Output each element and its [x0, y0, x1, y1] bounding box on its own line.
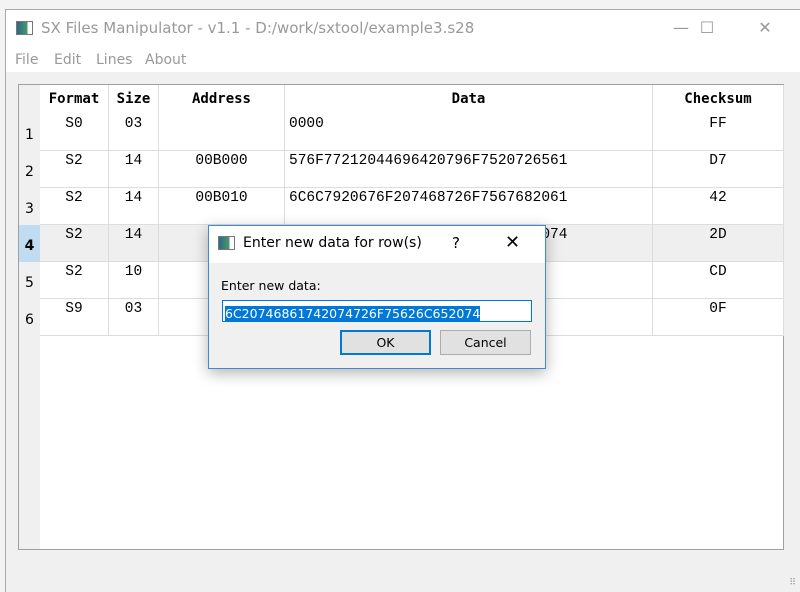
dialog-title: Enter new data for row(s)	[243, 235, 422, 251]
cell-format[interactable]: S2	[40, 188, 109, 225]
menu-bar: File Edit Lines About	[6, 48, 800, 72]
row-header: 123456	[19, 85, 40, 549]
cell-size[interactable]: 14	[109, 225, 159, 262]
dialog-app-icon	[218, 236, 235, 250]
enter-data-dialog: Enter new data for row(s) ? ✕ Enter new …	[208, 225, 546, 369]
row-number[interactable]: 5	[19, 262, 40, 299]
resize-grip-icon[interactable]: ⠿	[789, 578, 796, 588]
cell-size[interactable]: 14	[109, 151, 159, 188]
dialog-title-bar: Enter new data for row(s) ? ✕	[209, 226, 545, 263]
cell-address[interactable]: 00B010	[159, 188, 285, 225]
cell-checksum[interactable]: 0F	[653, 299, 784, 336]
cell-address[interactable]: 00B000	[159, 151, 285, 188]
cell-format[interactable]: S0	[40, 114, 109, 151]
cell-size[interactable]: 03	[109, 299, 159, 336]
title-bar: SX Files Manipulator - v1.1 - D:/work/sx…	[6, 10, 800, 48]
menu-edit[interactable]: Edit	[54, 52, 81, 68]
cell-checksum[interactable]: CD	[653, 262, 784, 299]
cell-format[interactable]: S2	[40, 151, 109, 188]
row-number[interactable]: 1	[19, 114, 40, 151]
cell-data[interactable]: 6C6C7920676F207468726F7567682061	[285, 188, 653, 225]
cell-format[interactable]: S2	[40, 225, 109, 262]
column-header-data[interactable]: Data	[285, 85, 653, 114]
ok-button[interactable]: OK	[340, 330, 431, 355]
dialog-close-button[interactable]: ✕	[505, 232, 520, 253]
window-title: SX Files Manipulator - v1.1 - D:/work/sx…	[41, 19, 475, 37]
cell-data[interactable]: 576F77212044696420796F7520726561	[285, 151, 653, 188]
cell-size[interactable]: 14	[109, 188, 159, 225]
menu-lines[interactable]: Lines	[96, 52, 132, 68]
selected-text: 6C20746861742074726F75626C652074	[225, 306, 481, 322]
cell-address[interactable]	[159, 114, 285, 151]
cell-format[interactable]: S2	[40, 262, 109, 299]
data-label: Enter new data:	[221, 278, 321, 293]
column-header-size[interactable]: Size	[109, 85, 159, 114]
maximize-button[interactable]: ☐	[684, 10, 730, 46]
cell-size[interactable]: 10	[109, 262, 159, 299]
app-icon	[16, 21, 33, 35]
row-number[interactable]: 2	[19, 151, 40, 188]
close-button[interactable]: ✕	[742, 10, 788, 46]
cancel-button[interactable]: Cancel	[440, 330, 531, 355]
menu-about[interactable]: About	[145, 52, 186, 68]
cell-checksum[interactable]: D7	[653, 151, 784, 188]
column-header-address[interactable]: Address	[159, 85, 285, 114]
row-number[interactable]: 3	[19, 188, 40, 225]
cell-format[interactable]: S9	[40, 299, 109, 336]
column-header-checksum[interactable]: Checksum	[653, 85, 784, 114]
cell-size[interactable]: 03	[109, 114, 159, 151]
column-header-format[interactable]: Format	[40, 85, 109, 114]
menu-file[interactable]: File	[15, 52, 38, 68]
help-button[interactable]: ?	[452, 234, 460, 252]
cell-checksum[interactable]: 2D	[653, 225, 784, 262]
row-number[interactable]: 6	[19, 299, 40, 336]
new-data-input[interactable]: 6C20746861742074726F75626C652074	[222, 300, 532, 322]
cell-data[interactable]: 0000	[285, 114, 653, 151]
row-number[interactable]: 4	[19, 225, 40, 262]
cell-checksum[interactable]: FF	[653, 114, 784, 151]
cell-checksum[interactable]: 42	[653, 188, 784, 225]
